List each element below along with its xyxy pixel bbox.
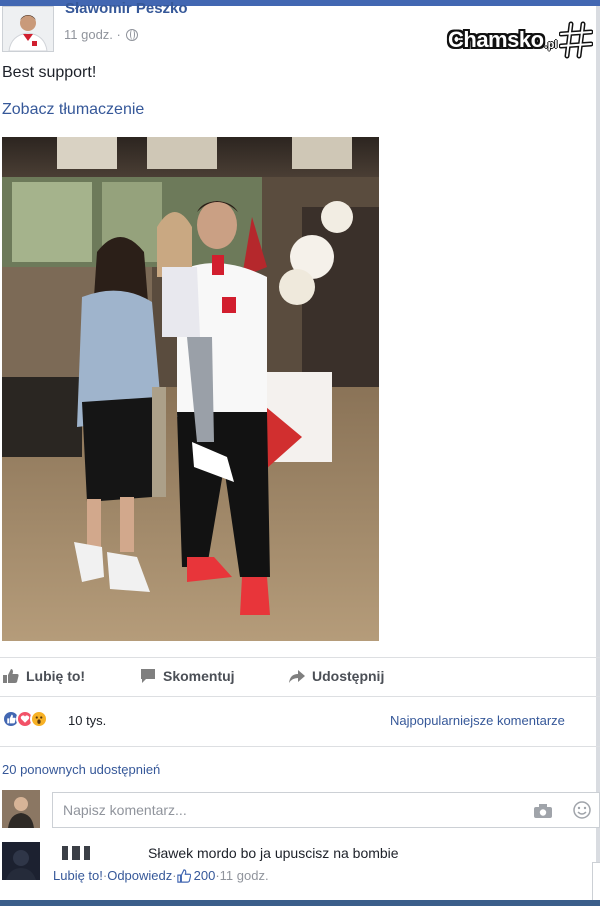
hash-icon xyxy=(559,21,594,59)
comment-button[interactable]: Skomentuj xyxy=(140,668,235,684)
action-bar: Lubię to! Skomentuj Udostępnij xyxy=(0,664,600,692)
share-button[interactable]: Udostępnij xyxy=(289,668,384,684)
comment-reply-link[interactable]: Odpowiedz xyxy=(107,868,172,883)
post-photo[interactable] xyxy=(2,137,379,641)
comment-text: Sławek mordo bo ja upuscisz na bombie xyxy=(148,845,399,861)
wow-reaction-icon xyxy=(30,710,48,728)
comment-input[interactable] xyxy=(61,801,505,819)
top-comments-dropdown[interactable]: Najpopularniejsze komentarze xyxy=(390,713,565,728)
share-arrow-icon xyxy=(289,670,305,683)
comment-icon xyxy=(141,669,155,683)
post-meta: 11 godz. · xyxy=(64,27,138,42)
chat-tab-edge[interactable] xyxy=(592,862,600,903)
reaction-count[interactable]: 10 tys. xyxy=(68,713,106,728)
watermark-logo: Chamsko .pl xyxy=(448,20,594,60)
like-button[interactable]: Lubię to! xyxy=(3,668,85,684)
comment-like-link[interactable]: Lubię to! xyxy=(53,868,103,883)
camera-icon[interactable] xyxy=(534,804,552,818)
comment-label: Skomentuj xyxy=(163,668,235,684)
comment-likes-count: 200 xyxy=(193,868,216,883)
divider xyxy=(0,746,600,747)
bottom-bar xyxy=(0,900,600,906)
commenter-name-redacted[interactable] xyxy=(62,846,144,860)
post-time[interactable]: 11 godz. · xyxy=(64,27,121,42)
current-user-avatar xyxy=(2,790,40,828)
commenter-avatar[interactable] xyxy=(2,842,40,880)
thumbs-up-icon xyxy=(176,868,191,883)
divider xyxy=(0,657,600,658)
watermark-suffix: .pl xyxy=(544,39,558,51)
emoji-icon[interactable] xyxy=(573,801,591,819)
divider xyxy=(0,696,600,697)
share-label: Udostępnij xyxy=(312,668,385,684)
see-translation-link[interactable]: Zobacz tłumaczenie xyxy=(2,101,144,119)
scrollbar-track[interactable] xyxy=(596,6,600,900)
like-label: Lubię to! xyxy=(26,668,86,684)
comment-likes[interactable]: 200 xyxy=(176,868,216,883)
comment-meta: Lubię to! · Odpowiedz · 200 · 11 godz. xyxy=(53,868,269,883)
globe-icon xyxy=(125,28,138,41)
author-avatar[interactable] xyxy=(2,6,54,52)
watermark-brand: Chamsko xyxy=(448,27,544,52)
author-name[interactable]: Sławomir Peszko xyxy=(65,0,188,18)
shares-count-link[interactable]: 20 ponownych udostępnień xyxy=(2,762,160,777)
comment-time[interactable]: 11 godz. xyxy=(220,868,269,883)
post-text: Best support! xyxy=(2,64,97,81)
comment-input-box[interactable] xyxy=(52,792,600,828)
thumbs-up-icon xyxy=(3,669,19,683)
reaction-icons[interactable] xyxy=(2,710,48,728)
